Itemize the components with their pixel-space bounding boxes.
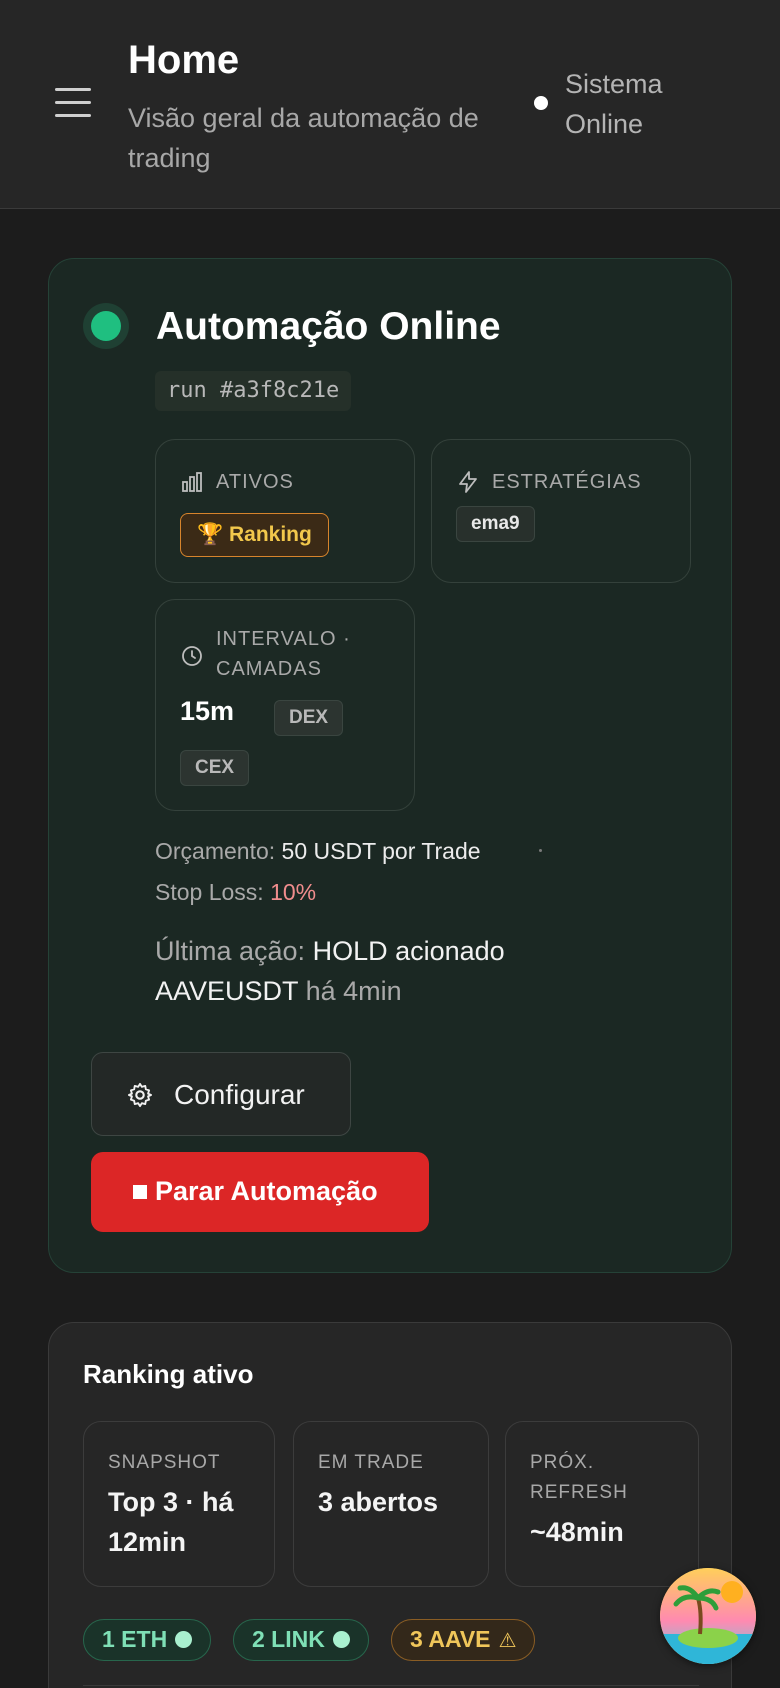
stop-loss-line: Stop Loss: 10% <box>155 879 316 906</box>
stat-value: Top 3 · há 12min <box>108 1487 234 1557</box>
strategies-card: ESTRATÉGIAS ema9 <box>431 439 691 583</box>
clock-icon <box>182 646 202 666</box>
chip-label: 2 LINK <box>252 1626 325 1652</box>
lightning-icon <box>459 471 477 493</box>
strategy-tag: ema9 <box>456 506 535 542</box>
ranking-card: Ranking ativo SNAPSHOT Top 3 · há 12min … <box>48 1322 732 1688</box>
interval-card: INTERVALO · CAMADAS 15m DEX CEX <box>155 599 415 811</box>
ok-dot-icon <box>332 1631 350 1648</box>
automation-title: Automação Online <box>156 305 501 348</box>
stop-loss-value: 10% <box>270 879 317 905</box>
ranking-badge-label: Ranking <box>229 523 312 546</box>
stat-next-refresh: PRÓX. REFRESH ~48min <box>505 1421 699 1587</box>
page-title: Home <box>128 38 240 82</box>
budget-label: Orçamento: <box>155 838 276 864</box>
stat-label: PRÓX. REFRESH <box>530 1452 628 1503</box>
stat-label: SNAPSHOT <box>108 1452 221 1473</box>
chip-label: 1 ETH <box>102 1626 168 1652</box>
interval-label: INTERVALO · CAMADAS <box>216 628 351 680</box>
hamburger-menu-icon[interactable] <box>55 88 91 118</box>
stat-value: ~48min <box>530 1517 624 1547</box>
ranking-title: Ranking ativo <box>83 1359 254 1389</box>
last-action-text: Última ação: HOLD acionado AAVEUSDT há 4… <box>155 931 615 1011</box>
stop-loss-label: Stop Loss: <box>155 879 264 905</box>
strategies-label: ESTRATÉGIAS <box>492 471 642 493</box>
assets-label: ATIVOS <box>216 471 294 493</box>
ranking-chip-link[interactable]: 2 LINK <box>233 1619 369 1661</box>
ranking-badge[interactable]: 🏆 Ranking <box>180 513 329 557</box>
ok-dot-icon <box>175 1631 193 1648</box>
ranking-chip-aave[interactable]: 3 AAVE ⚠ <box>391 1619 536 1661</box>
separator-dot <box>539 849 542 852</box>
stat-in-trade: EM TRADE 3 abertos <box>293 1421 489 1587</box>
last-action-action: HOLD acionado <box>312 936 505 966</box>
system-status-label: Sistema Online <box>565 69 663 139</box>
stat-value: 3 abertos <box>318 1487 439 1517</box>
budget-value: 50 USDT por Trade <box>281 838 481 864</box>
assets-card: ATIVOS 🏆 Ranking <box>155 439 415 583</box>
interval-value: 15m <box>180 696 235 726</box>
configure-button-label: Configurar <box>174 1079 305 1110</box>
layer-tag-dex: DEX <box>274 700 344 736</box>
stat-snapshot: SNAPSHOT Top 3 · há 12min <box>83 1421 275 1587</box>
gear-icon <box>127 1082 153 1108</box>
stop-square-icon <box>133 1185 147 1199</box>
last-action-label: Última ação: <box>155 936 306 966</box>
system-status-dot-icon <box>534 96 548 110</box>
last-action-time: há 4min <box>305 976 402 1006</box>
floating-avatar-button[interactable] <box>660 1568 756 1664</box>
run-id-badge: run #a3f8c21e <box>155 371 352 411</box>
divider <box>83 1685 699 1686</box>
configure-button[interactable]: Configurar <box>91 1052 351 1136</box>
stop-automation-button[interactable]: Parar Automação <box>91 1152 429 1232</box>
top-header: Home Visão geral da automação de trading… <box>0 0 780 209</box>
stat-label: EM TRADE <box>318 1452 424 1473</box>
automation-status-card: Automação Online run #a3f8c21e ATIVOS 🏆 … <box>48 258 732 1273</box>
page-subtitle: Visão geral da automação de trading <box>128 103 479 173</box>
warning-icon: ⚠ <box>498 1630 517 1652</box>
last-action-symbol: AAVEUSDT <box>155 976 299 1006</box>
budget-line: Orçamento: 50 USDT por Trade <box>155 838 481 865</box>
chip-label: 3 AAVE <box>410 1626 491 1652</box>
bar-chart-icon <box>182 472 202 492</box>
ranking-chip-eth[interactable]: 1 ETH <box>83 1619 212 1661</box>
trophy-icon: 🏆 <box>197 523 224 546</box>
layer-tag-cex: CEX <box>180 750 250 786</box>
beach-island-icon <box>660 1568 756 1664</box>
online-indicator-icon <box>83 303 129 349</box>
stop-automation-label: Parar Automação <box>155 1176 378 1206</box>
